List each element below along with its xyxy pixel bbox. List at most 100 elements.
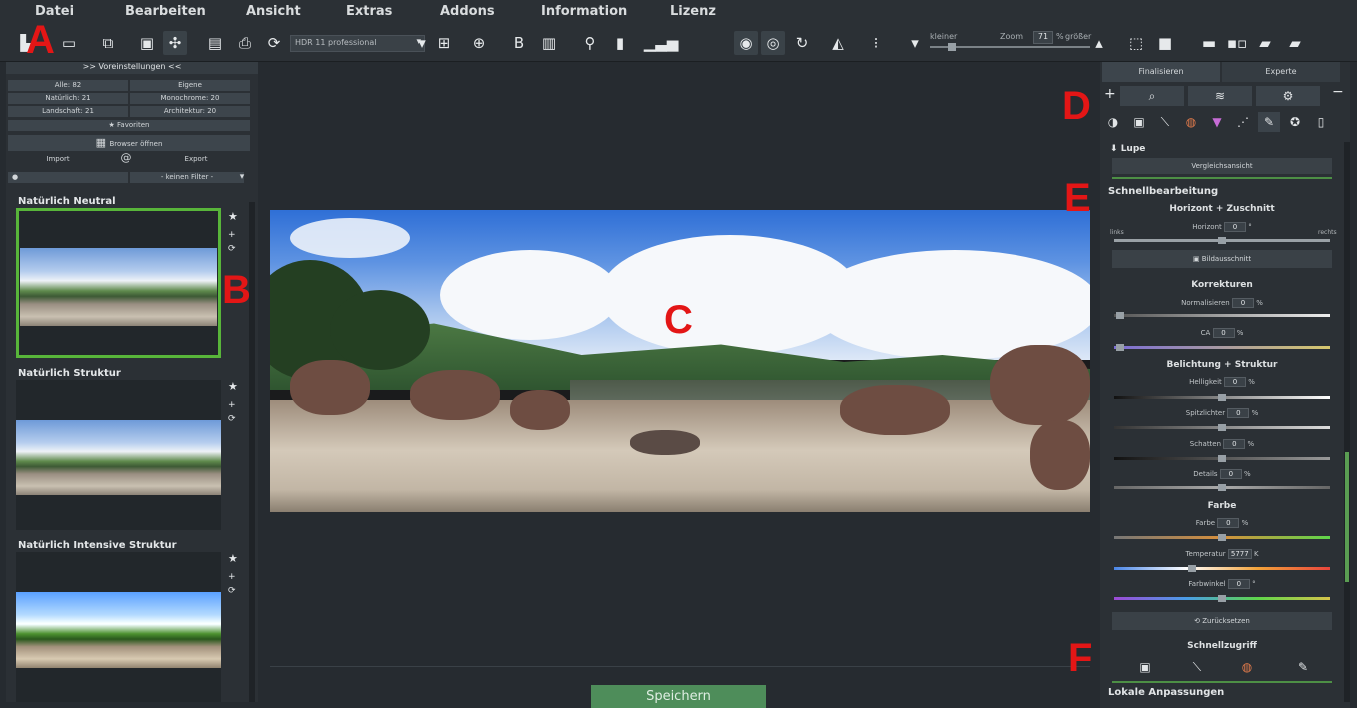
eye-icon[interactable]: ◉ <box>734 31 758 55</box>
fullscreen-icon[interactable]: ■ <box>1153 31 1177 55</box>
refresh-icon[interactable]: ⟳ <box>228 586 236 596</box>
menu-bearbeiten[interactable]: Bearbeiten <box>125 4 206 19</box>
filter-dropdown[interactable]: - keinen Filter - <box>130 172 244 183</box>
filter-eigene[interactable]: Eigene <box>130 80 250 91</box>
preset-thumb-natuerlich-struktur[interactable] <box>16 380 221 530</box>
temperature-value[interactable]: 5777 <box>1227 549 1252 559</box>
browser-button[interactable]: ▦ Browser öffnen <box>8 135 250 151</box>
color-wheel-icon[interactable]: ◍ <box>1180 112 1202 132</box>
edit-panel-scrollbar[interactable] <box>1344 142 1350 702</box>
copy-icon[interactable]: ⧉ <box>96 31 120 55</box>
lupe-header[interactable]: ⬇ Lupe <box>1110 144 1145 154</box>
magnifier-icon[interactable]: ⌕ <box>1120 86 1184 106</box>
raw-icon[interactable]: ▣ <box>135 31 159 55</box>
import-button[interactable]: Import <box>8 154 108 165</box>
star-icon[interactable]: ★ <box>228 210 238 223</box>
horizon-slider[interactable] <box>1114 237 1330 244</box>
compare-icon[interactable]: ◎ <box>761 31 785 55</box>
dropdown-arrow-icon[interactable]: ▾ <box>410 31 434 55</box>
filter-architektur[interactable]: Architektur: 20 <box>130 106 250 117</box>
panorama-image[interactable] <box>270 210 1090 512</box>
tab-finalisieren[interactable]: Finalisieren <box>1102 62 1220 82</box>
brightness-slider[interactable] <box>1114 394 1330 401</box>
more-icon[interactable]: ⁝ <box>864 31 888 55</box>
save-button[interactable]: Speichern <box>591 685 766 708</box>
filter-alle[interactable]: Alle: 82 <box>8 80 128 91</box>
brush-icon[interactable]: ✎ <box>1258 112 1280 132</box>
ca-value[interactable]: 0 <box>1212 328 1235 338</box>
star-icon[interactable]: ★ <box>228 552 238 565</box>
mirror-icon[interactable]: ◭ <box>826 31 850 55</box>
panel-icon[interactable]: ▮ <box>608 31 632 55</box>
search-icon[interactable]: ● <box>8 172 128 183</box>
settings-icon[interactable]: ⚙ <box>1256 86 1320 106</box>
brush-quick-icon[interactable]: ✎ <box>1288 657 1318 677</box>
crop-icon[interactable]: ⬚ <box>1124 31 1148 55</box>
menu-ansicht[interactable]: Ansicht <box>246 4 301 19</box>
image-icon[interactable]: ▭ <box>56 31 82 55</box>
color-triangle-icon[interactable]: ▼ <box>1206 112 1228 132</box>
favorites-button[interactable]: ★ Favoriten <box>8 120 250 131</box>
plus-icon[interactable]: + <box>228 230 236 240</box>
menu-datei[interactable]: Datei <box>35 4 74 19</box>
brush-icon[interactable]: ⚲ <box>578 31 602 55</box>
hue-slider[interactable] <box>1114 595 1330 602</box>
frame-icon[interactable]: ▥ <box>537 31 561 55</box>
filter-monochrome[interactable]: Monochrome: 20 <box>130 93 250 104</box>
menu-extras[interactable]: Extras <box>346 4 392 19</box>
export-button[interactable]: Export <box>146 154 246 165</box>
shadows-value[interactable]: 0 <box>1223 439 1246 449</box>
preset-thumb-natuerlich-intensive-struktur[interactable] <box>16 552 221 702</box>
raw-icon[interactable]: ▣ <box>1128 112 1150 132</box>
preset-dropdown[interactable]: HDR 11 professional ▾ <box>290 35 425 52</box>
target-icon[interactable]: ✪ <box>1284 112 1306 132</box>
comment-icon[interactable]: ▰ <box>1283 31 1307 55</box>
zoom-value-input[interactable]: 71 <box>1033 31 1053 44</box>
star-icon[interactable]: ★ <box>228 380 238 393</box>
add-layer-icon[interactable]: ⊕ <box>467 31 491 55</box>
chevron-down-icon[interactable]: ▾ <box>236 172 248 183</box>
minus-icon[interactable]: − <box>1332 84 1344 100</box>
details-value[interactable]: 0 <box>1219 469 1242 479</box>
raw-quick-icon[interactable]: ▣ <box>1130 657 1160 677</box>
plus-icon[interactable]: + <box>228 400 236 410</box>
details-slider[interactable] <box>1114 484 1330 491</box>
tone-icon[interactable]: ◑ <box>1102 112 1124 132</box>
highlights-value[interactable]: 0 <box>1227 408 1250 418</box>
plus-icon[interactable]: + <box>228 572 236 582</box>
normalize-slider[interactable] <box>1114 312 1330 319</box>
compare-view-button[interactable]: Vergleichsansicht <box>1112 158 1332 174</box>
horizon-value[interactable]: 0 <box>1224 222 1246 232</box>
saturation-slider[interactable] <box>1114 534 1330 541</box>
print-icon[interactable]: ⎙ <box>233 31 257 55</box>
ca-slider[interactable] <box>1114 344 1330 351</box>
hue-value[interactable]: 0 <box>1227 579 1250 589</box>
filter-natuerlich[interactable]: Natürlich: 21 <box>8 93 128 104</box>
crop-button[interactable]: ▣ Bildausschnitt <box>1112 250 1332 268</box>
nodes-icon[interactable]: ⋰ <box>1232 112 1254 132</box>
highlights-slider[interactable] <box>1114 424 1330 431</box>
curve-quick-icon[interactable]: ⟍ <box>1182 657 1212 677</box>
temperature-slider[interactable] <box>1114 565 1330 572</box>
normalize-value[interactable]: 0 <box>1231 298 1254 308</box>
redo-icon[interactable]: ↻ <box>790 31 814 55</box>
menu-addons[interactable]: Addons <box>440 4 495 19</box>
shadows-slider[interactable] <box>1114 455 1330 462</box>
menu-lizenz[interactable]: Lizenz <box>670 4 716 19</box>
at-icon[interactable]: @ <box>116 152 136 163</box>
split-icon[interactable]: ▪▫ <box>1225 31 1249 55</box>
preset-thumb-natuerlich-neutral[interactable] <box>16 208 221 358</box>
add-icon[interactable]: + <box>1104 86 1116 102</box>
window-icon[interactable]: ▬ <box>1197 31 1221 55</box>
document-icon[interactable]: ▯ <box>1310 112 1332 132</box>
bold-b-icon[interactable]: B <box>507 31 531 55</box>
zoom-out-icon[interactable]: ▾ <box>903 31 927 55</box>
chat-icon[interactable]: ▰ <box>1253 31 1277 55</box>
zoom-in-icon[interactable]: ▴ <box>1087 31 1111 55</box>
tab-experte[interactable]: Experte <box>1222 62 1340 82</box>
merge-icon[interactable]: ✣ <box>163 31 187 55</box>
sliders-icon[interactable]: ≋ <box>1188 86 1252 106</box>
histogram-icon[interactable]: ▁▃▅ <box>644 31 679 55</box>
menu-information[interactable]: Information <box>541 4 627 19</box>
reset-button[interactable]: ⟲ Zurücksetzen <box>1112 612 1332 630</box>
